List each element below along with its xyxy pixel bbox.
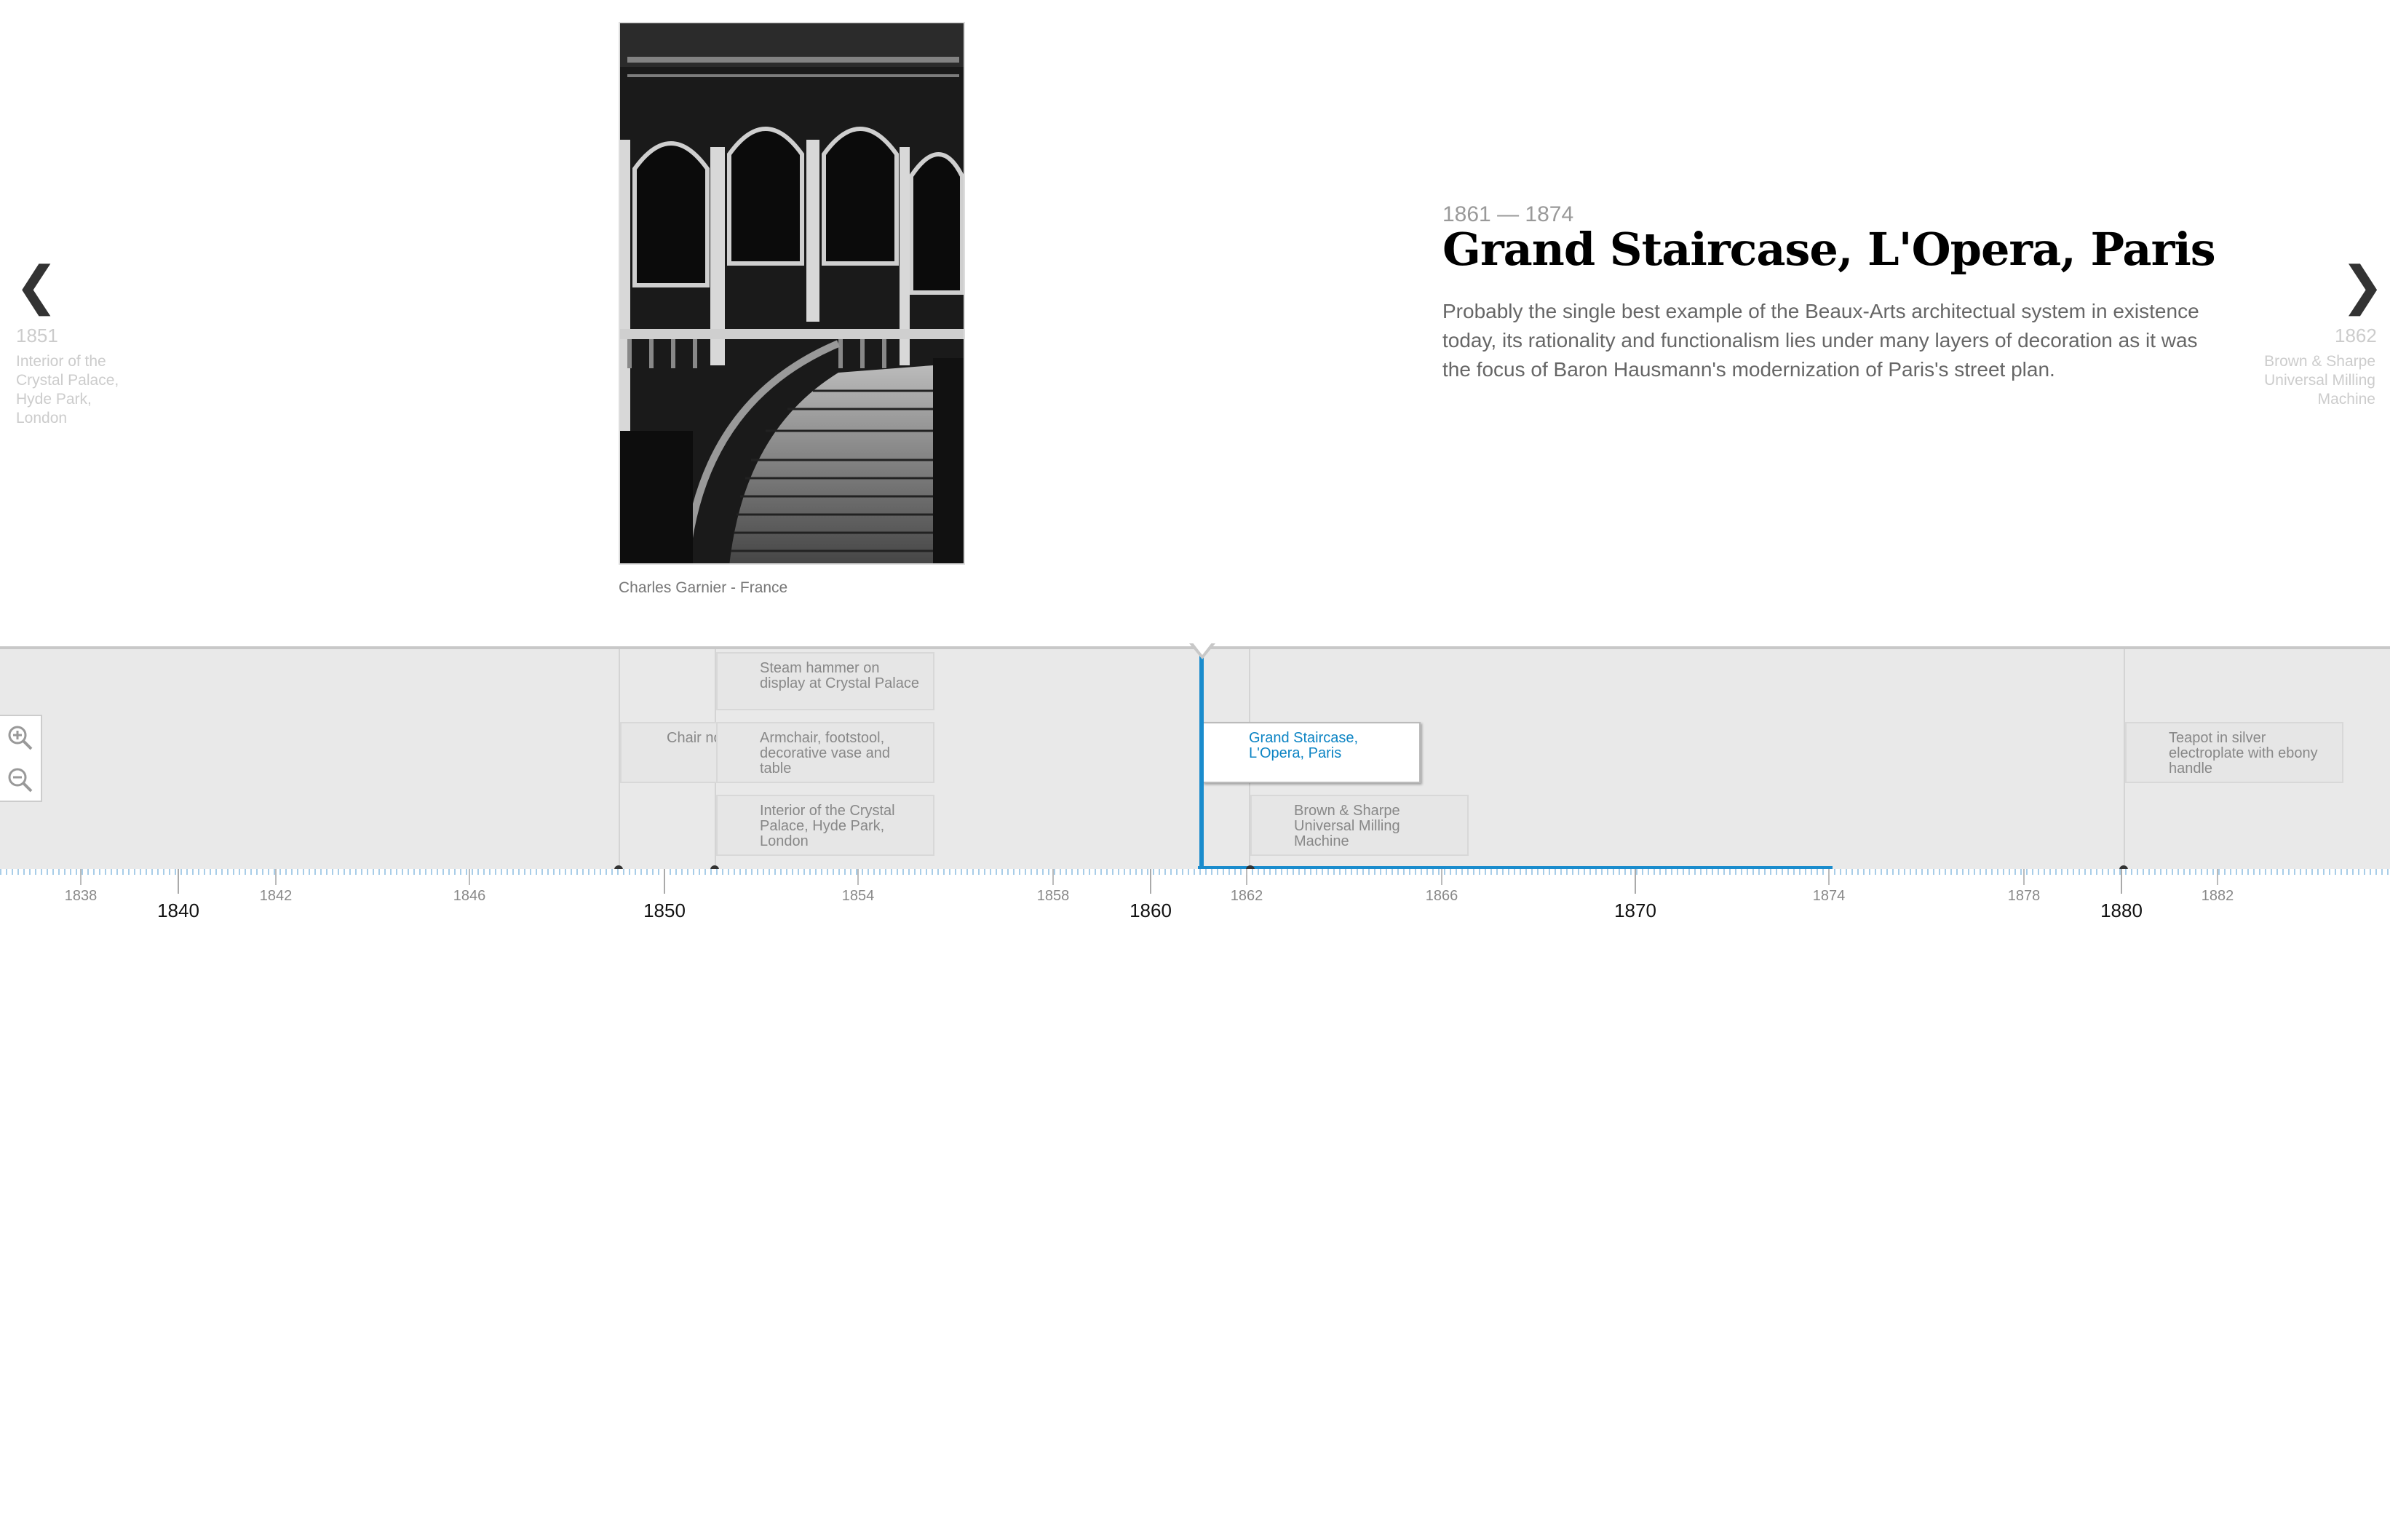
next-slide-title[interactable]: Brown & Sharpe Universal Milling Machine — [2259, 352, 2375, 409]
chevron-right-icon[interactable]: ❯ — [2341, 259, 2384, 311]
axis-tick-strip — [0, 869, 2390, 875]
axis-major-tick — [2121, 869, 2122, 894]
marker-chair[interactable]: Chair no. 14 — [620, 722, 718, 783]
marker-label: Armchair, footstool, decorative vase and… — [760, 730, 891, 777]
axis-label-minor: 1862 — [1230, 888, 1263, 904]
axis-label-minor: 1842 — [259, 888, 293, 904]
axis-label-minor: 1838 — [64, 888, 98, 904]
axis-tick — [1052, 869, 1054, 885]
axis-tick — [2023, 869, 2025, 885]
marker-steam-hammer[interactable]: Steam hammer on display at Crystal Palac… — [716, 652, 934, 710]
axis-major-tick — [1150, 869, 1151, 894]
marker-brown-sharpe[interactable]: Brown & Sharpe Universal Milling Machine — [1250, 795, 1469, 856]
marker-teapot[interactable]: Teapot in silver electroplate with ebony… — [2125, 722, 2343, 783]
axis-major-tick — [1635, 869, 1636, 894]
axis-label-minor: 1878 — [2007, 888, 2041, 904]
axis-label-minor: 1882 — [2201, 888, 2234, 904]
marker-label: Steam hammer on display at Crystal Palac… — [760, 660, 919, 691]
zoom-controls — [0, 715, 42, 802]
marker-crystal-palace[interactable]: Interior of the Crystal Palace, Hyde Par… — [716, 795, 934, 856]
active-marker-line — [1199, 655, 1204, 873]
zoom-in-icon[interactable] — [6, 723, 35, 753]
axis-label-major: 1850 — [643, 900, 686, 921]
slide-title: Grand Staircase, L'Opera, Paris — [1442, 223, 2216, 276]
axis-label-minor: 1846 — [453, 888, 486, 904]
marker-armchair[interactable]: Armchair, footstool, decorative vase and… — [716, 722, 934, 783]
axis-tick — [1441, 869, 1442, 885]
axis-tick — [275, 869, 277, 885]
zoom-out-icon[interactable] — [6, 766, 35, 795]
slide-description: Probably the single best example of the … — [1442, 300, 2199, 381]
marker-label: Brown & Sharpe Universal Milling Machine — [1294, 803, 1400, 849]
marker-label: Chair no. 14 — [667, 730, 716, 746]
axis-label-minor: 1866 — [1425, 888, 1458, 904]
marker-label: Interior of the Crystal Palace, Hyde Par… — [760, 803, 895, 849]
media-credit: Charles Garnier - France — [619, 579, 788, 596]
axis-label-major: 1870 — [1614, 900, 1656, 921]
prev-slide-date[interactable]: 1851 — [16, 325, 58, 347]
marker-label: Teapot in silver electroplate with ebony… — [2169, 730, 2318, 777]
axis-label-minor: 1858 — [1036, 888, 1070, 904]
axis-major-tick — [664, 869, 665, 894]
axis-tick — [2217, 869, 2218, 885]
axis-tick — [469, 869, 470, 885]
axis-label-minor: 1874 — [1812, 888, 1846, 904]
time-axis: 1838 1842 1846 1854 1858 1862 1866 1874 … — [0, 869, 2390, 934]
axis-label-major: 1880 — [2100, 900, 2143, 921]
timenav[interactable] — [0, 646, 2390, 869]
prev-slide-title[interactable]: Interior of the Crystal Palace, Hyde Par… — [16, 352, 132, 428]
next-slide-date[interactable]: 1862 — [2335, 325, 2377, 347]
slide-media-photo — [619, 22, 965, 565]
slider: ❮ 1851 Interior of the Crystal Palace, H… — [0, 0, 2390, 646]
axis-label-major: 1860 — [1130, 900, 1172, 921]
axis-tick — [1246, 869, 1247, 885]
axis-label-major: 1840 — [157, 900, 199, 921]
axis-label-minor: 1854 — [841, 888, 875, 904]
axis-tick — [857, 869, 859, 885]
axis-tick — [1828, 869, 1830, 885]
axis-tick — [80, 869, 82, 885]
marker-grand-staircase[interactable]: Grand Staircase, L'Opera, Paris — [1202, 722, 1421, 783]
timenav-pointer-inner — [1192, 642, 1212, 655]
axis-major-tick — [178, 869, 179, 894]
marker-label: Grand Staircase, L'Opera, Paris — [1249, 730, 1359, 761]
chevron-left-icon[interactable]: ❮ — [15, 259, 58, 311]
